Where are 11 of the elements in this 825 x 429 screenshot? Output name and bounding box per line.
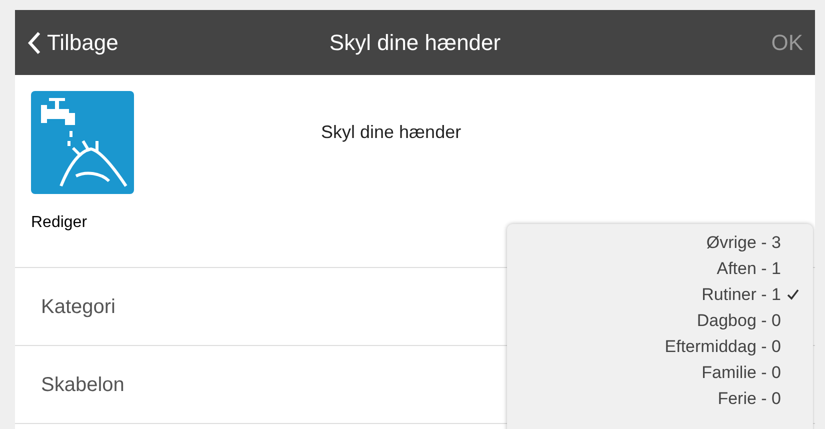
menu-item[interactable]: Dagbog - 0 xyxy=(507,307,813,333)
back-button[interactable]: Tilbage xyxy=(27,26,118,59)
menu-item[interactable]: Ferie - 0 xyxy=(507,385,813,411)
chevron-left-icon xyxy=(27,30,41,54)
edit-label[interactable]: Rediger xyxy=(31,211,134,235)
hand-washing-icon[interactable] xyxy=(31,91,134,194)
menu-item[interactable]: Familie - 0 xyxy=(507,359,813,385)
menu-item[interactable]: Rutiner - 1 xyxy=(507,281,813,307)
nav-title: Skyl dine hænder xyxy=(329,29,501,57)
task-name: Skyl dine hænder xyxy=(321,121,462,144)
menu-item[interactable]: Øvrige - 3 xyxy=(507,229,813,255)
